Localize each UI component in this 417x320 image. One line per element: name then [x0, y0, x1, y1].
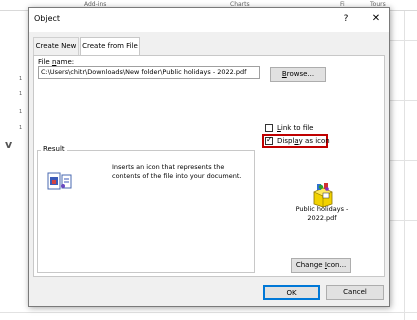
object-dialog: Object ? ✕ Create New Create from File F… — [28, 7, 390, 307]
tab-create-new[interactable]: Create New — [33, 37, 79, 55]
row-number: 1 — [19, 109, 23, 115]
file-name-label: File name: — [38, 58, 75, 66]
row-number: 1 — [19, 91, 23, 97]
display-as-icon-checkbox[interactable]: ✓ — [265, 135, 273, 145]
checkmark-icon: ✓ — [266, 135, 273, 144]
tab-create-from-file[interactable]: Create from File — [80, 37, 140, 56]
grid-line — [404, 11, 405, 320]
close-button[interactable]: ✕ — [369, 12, 383, 26]
dialog-titlebar[interactable]: Object ? ✕ — [29, 8, 389, 32]
cancel-button[interactable]: Cancel — [326, 285, 384, 300]
file-name-input[interactable]: C:\Users\chitr\Downloads\New folder\Publ… — [38, 66, 260, 79]
result-preview-icon — [47, 172, 72, 190]
package-icon-label: Public holidays - 2022.pdf — [286, 205, 358, 223]
result-description: Inserts an icon that represents the cont… — [112, 163, 242, 180]
link-to-file-checkbox[interactable] — [265, 124, 273, 132]
dialog-title: Object — [34, 14, 61, 23]
result-title: Result — [41, 145, 67, 153]
link-to-file-label: Link to file — [277, 124, 314, 132]
create-from-file-panel: File name: C:\Users\chitr\Downloads\New … — [33, 55, 385, 277]
package-label-line-1: Public holidays - — [295, 205, 349, 213]
change-icon-button[interactable]: Change Icon... — [291, 258, 351, 273]
display-as-icon-label: Display as icon — [277, 137, 330, 145]
help-button[interactable]: ? — [339, 12, 353, 26]
row-number: 1 — [19, 76, 23, 82]
row-number: 1 — [19, 125, 23, 131]
excel-row-headers: 1 1 1 1 — [0, 11, 28, 320]
grid-line — [0, 312, 417, 313]
package-label-line-2: 2022.pdf — [307, 214, 337, 222]
ok-button[interactable]: OK — [263, 285, 320, 300]
chevron-down-icon: v — [5, 138, 13, 151]
browse-button[interactable]: Browse... — [270, 67, 326, 82]
